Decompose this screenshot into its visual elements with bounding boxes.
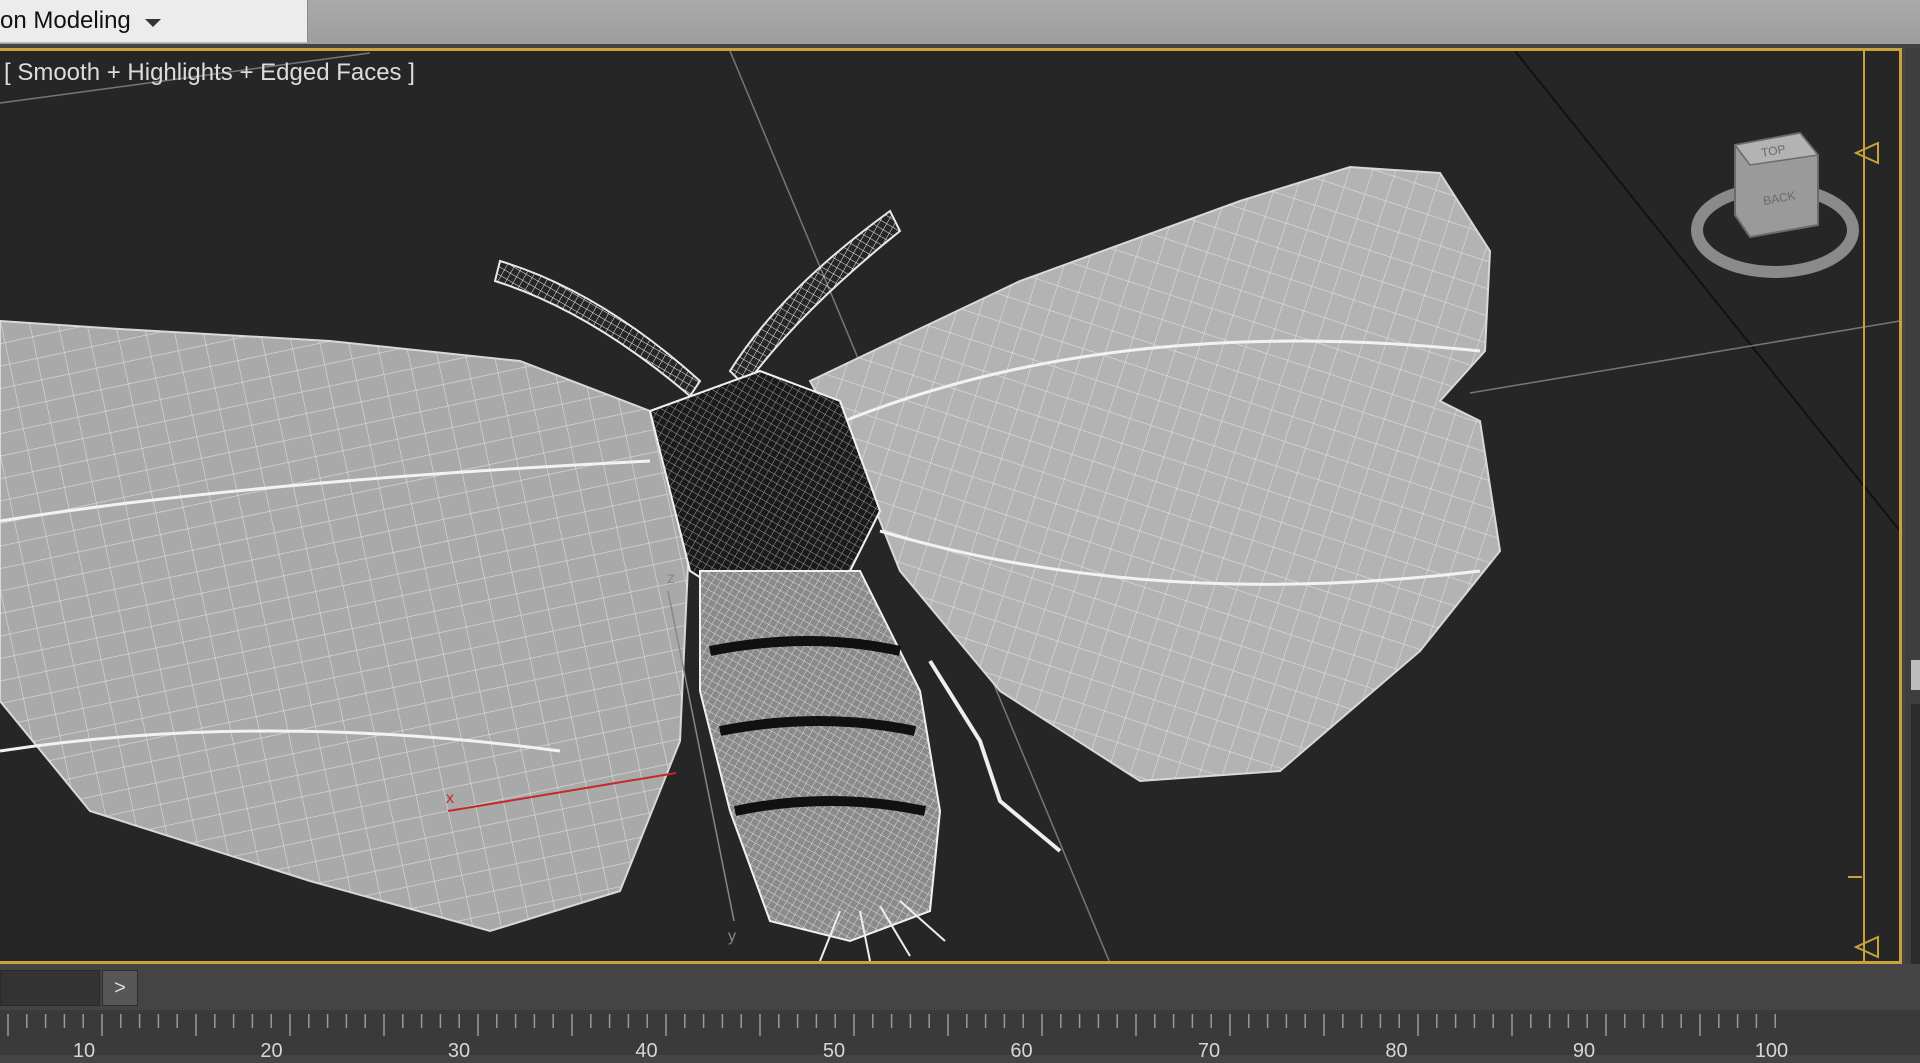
time-slider-bar: > bbox=[0, 964, 1920, 1010]
viewport-slider-line bbox=[1863, 51, 1865, 961]
perspective-viewport[interactable]: x y z [ Smooth + Highlights + Edged Face… bbox=[0, 48, 1902, 964]
timeline-tick-label: 60 bbox=[1010, 1040, 1033, 1062]
timeline-tick-label: 20 bbox=[260, 1040, 283, 1062]
timeline-track[interactable]: 10 20 30 40 50 60 70 80 90 100 bbox=[0, 1010, 1920, 1062]
scene-canvas[interactable]: x y z bbox=[0, 51, 1900, 963]
timeline-tick-label: 30 bbox=[447, 1040, 471, 1062]
timeline-tick-label: 10 bbox=[72, 1040, 96, 1062]
scroll-thumb[interactable] bbox=[1911, 660, 1920, 690]
ribbon-bar: on Modeling bbox=[0, 0, 1920, 44]
viewport-marker-bottom-icon[interactable] bbox=[1853, 935, 1879, 959]
grid-line bbox=[1469, 320, 1899, 394]
grid-line bbox=[1514, 51, 1899, 532]
next-frame-button[interactable]: > bbox=[102, 970, 138, 1006]
timeline-ticks bbox=[7, 1014, 1776, 1036]
z-axis-label: z bbox=[667, 570, 675, 587]
left-wing-mesh bbox=[0, 319, 692, 933]
time-slider[interactable] bbox=[0, 970, 100, 1006]
y-axis-label: y bbox=[728, 928, 736, 945]
scroll-track bbox=[1911, 704, 1920, 964]
timeline-tick-label: 40 bbox=[635, 1040, 658, 1062]
timeline-tick-label: 50 bbox=[822, 1040, 846, 1062]
ribbon-tab-dropdown[interactable]: on Modeling bbox=[0, 0, 308, 43]
x-axis-label: x bbox=[446, 790, 454, 807]
ribbon-tab-label: on Modeling bbox=[0, 7, 131, 34]
chevron-down-icon[interactable] bbox=[144, 19, 161, 27]
timeline-tick-label: 70 bbox=[1197, 1040, 1221, 1062]
timeline-tick-label: 80 bbox=[1385, 1040, 1408, 1062]
viewcube[interactable]: TOP BACK bbox=[1690, 125, 1860, 285]
timeline-tick-label: 90 bbox=[1572, 1040, 1596, 1062]
viewport-label[interactable]: [ Smooth + Highlights + Edged Faces ] bbox=[4, 59, 415, 87]
timeline-tick-label: 100 bbox=[1754, 1040, 1789, 1062]
right-scroll-strip[interactable] bbox=[1905, 48, 1920, 964]
